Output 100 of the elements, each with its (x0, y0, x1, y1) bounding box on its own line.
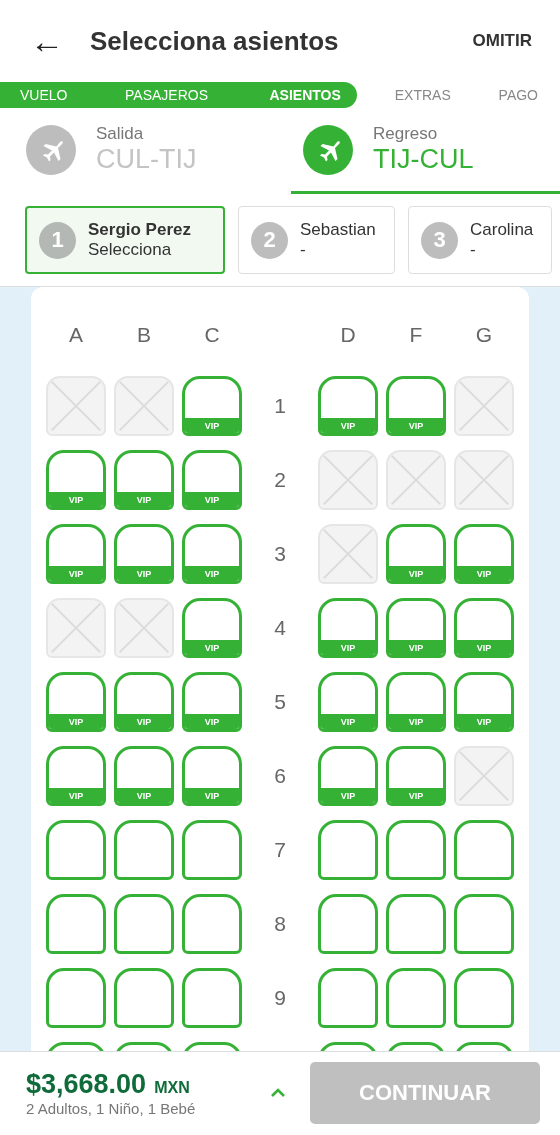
seat[interactable] (318, 894, 378, 954)
vip-label: VIP (457, 640, 511, 655)
vip-seat[interactable]: VIP (46, 524, 106, 584)
skip-button[interactable]: OMITIR (472, 31, 532, 51)
seat[interactable] (386, 820, 446, 880)
vip-seat[interactable]: VIP (386, 376, 446, 436)
page-title: Selecciona asientos (90, 25, 340, 57)
vip-seat[interactable]: VIP (114, 524, 174, 584)
vip-label: VIP (389, 566, 443, 581)
currency: MXN (154, 1078, 190, 1097)
progress-step: PASAJEROS (105, 82, 244, 108)
vip-seat[interactable]: VIP (386, 524, 446, 584)
row-number: 2 (274, 468, 286, 492)
seat[interactable] (46, 820, 106, 880)
vip-label: VIP (117, 788, 171, 803)
vip-label: VIP (49, 714, 103, 729)
row-number: 7 (274, 838, 286, 862)
column-letter: A (68, 323, 84, 347)
vip-seat[interactable]: VIP (386, 672, 446, 732)
flight-route: CUL-TIJ (96, 144, 197, 175)
seat[interactable] (46, 894, 106, 954)
row-number: 8 (274, 912, 286, 936)
vip-seat[interactable]: VIP (454, 672, 514, 732)
row-number: 1 (274, 394, 286, 418)
row-number: 5 (274, 690, 286, 714)
vip-seat[interactable]: VIP (114, 672, 174, 732)
vip-seat[interactable]: VIP (454, 598, 514, 658)
vip-seat[interactable]: VIP (182, 598, 242, 658)
vip-label: VIP (457, 714, 511, 729)
flight-label: Salida (96, 124, 145, 144)
vip-label: VIP (457, 566, 511, 581)
passenger-card[interactable]: 3 Carolina - (408, 206, 552, 274)
passenger-card[interactable]: 2 Sebastian - (238, 206, 395, 274)
column-letter: G (474, 323, 494, 347)
vip-seat[interactable]: VIP (182, 376, 242, 436)
vip-label: VIP (389, 788, 443, 803)
caret-icon[interactable] (270, 1087, 286, 1098)
total-price: $3,668.00 (26, 1068, 147, 1100)
seat[interactable] (182, 894, 242, 954)
vip-seat[interactable]: VIP (182, 746, 242, 806)
vip-seat[interactable]: VIP (386, 598, 446, 658)
vip-seat[interactable]: VIP (46, 746, 106, 806)
seat[interactable] (114, 968, 174, 1028)
seat[interactable] (318, 968, 378, 1028)
seat[interactable] (318, 820, 378, 880)
passenger-number: 2 (251, 221, 288, 259)
vip-label: VIP (321, 418, 375, 433)
flight-route: TIJ-CUL (373, 144, 474, 175)
back-button[interactable]: ← (30, 24, 64, 58)
vip-label: VIP (117, 714, 171, 729)
passenger-seat: Selecciona (88, 240, 191, 260)
row-number: 6 (274, 764, 286, 788)
vip-label: VIP (185, 492, 239, 507)
vip-seat[interactable]: VIP (318, 376, 378, 436)
seat[interactable] (114, 894, 174, 954)
flight-tab[interactable]: Salida CUL-TIJ (0, 108, 283, 194)
vip-label: VIP (185, 566, 239, 581)
vip-seat[interactable]: VIP (182, 672, 242, 732)
seat[interactable] (386, 968, 446, 1028)
vip-label: VIP (117, 566, 171, 581)
seat[interactable] (454, 820, 514, 880)
seat[interactable] (454, 894, 514, 954)
vip-label: VIP (321, 640, 375, 655)
progress-step: EXTRAS (356, 82, 479, 108)
passenger-name: Sergio Perez (88, 220, 191, 240)
row-number: 3 (274, 542, 286, 566)
vip-label: VIP (389, 418, 443, 433)
seat[interactable] (182, 820, 242, 880)
progress-step: VUELO (0, 82, 106, 108)
column-letter: D (339, 323, 357, 347)
seat[interactable] (386, 894, 446, 954)
vip-label: VIP (185, 640, 239, 655)
passenger-summary: 2 Adultos, 1 Niño, 1 Bebé (26, 1099, 196, 1117)
flight-tab[interactable]: Regreso TIJ-CUL (291, 108, 560, 194)
vip-seat[interactable]: VIP (114, 450, 174, 510)
vip-label: VIP (117, 492, 171, 507)
column-letter: C (203, 323, 221, 347)
vip-seat[interactable]: VIP (114, 746, 174, 806)
vip-seat[interactable]: VIP (318, 672, 378, 732)
passenger-name: Carolina (470, 220, 534, 240)
vip-seat[interactable]: VIP (318, 746, 378, 806)
seat[interactable] (46, 968, 106, 1028)
seat[interactable] (182, 968, 242, 1028)
vip-seat[interactable]: VIP (46, 450, 106, 510)
vip-seat[interactable]: VIP (182, 450, 242, 510)
row-number: 4 (274, 616, 286, 640)
vip-label: VIP (185, 418, 239, 433)
vip-label: VIP (185, 788, 239, 803)
vip-label: VIP (321, 788, 375, 803)
vip-seat[interactable]: VIP (386, 746, 446, 806)
vip-seat[interactable]: VIP (318, 598, 378, 658)
passenger-card[interactable]: 1 Sergio Perez Selecciona (25, 206, 225, 274)
vip-seat[interactable]: VIP (46, 672, 106, 732)
seat[interactable] (454, 968, 514, 1028)
vip-seat[interactable]: VIP (454, 524, 514, 584)
vip-label: VIP (389, 714, 443, 729)
column-letter: F (408, 323, 424, 347)
row-number: 9 (274, 986, 286, 1010)
seat[interactable] (114, 820, 174, 880)
vip-seat[interactable]: VIP (182, 524, 242, 584)
